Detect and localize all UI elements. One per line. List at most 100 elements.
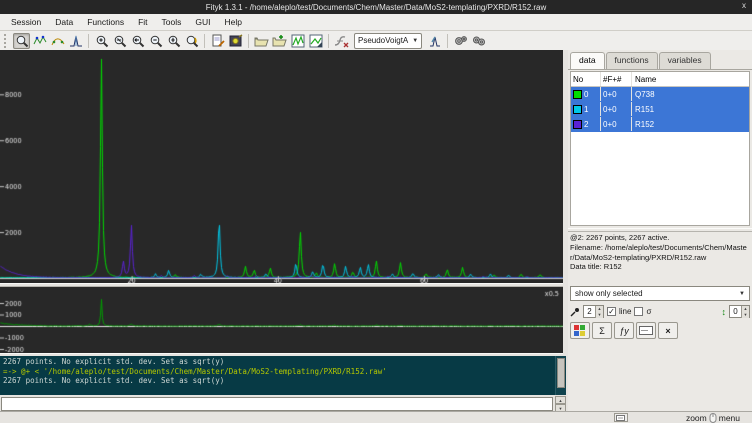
fit-run-button[interactable] xyxy=(452,33,469,49)
zoom-all-button[interactable] xyxy=(93,33,110,49)
tab-variables[interactable]: variables xyxy=(659,52,711,69)
auto-add-peak-button[interactable] xyxy=(426,33,443,49)
mouse-hint-zoom: zoom xyxy=(686,413,707,423)
data-range-mode-button[interactable] xyxy=(31,33,48,49)
toolbar-separator xyxy=(328,34,329,48)
magnifier-expand-icon xyxy=(113,34,127,48)
show-filter-select[interactable]: show only selected ▼ xyxy=(570,286,750,301)
toolbar-grip[interactable] xyxy=(4,34,10,48)
baseline-mode-button[interactable] xyxy=(49,33,66,49)
dataset-name: R152 xyxy=(632,117,749,131)
menu-data[interactable]: Data xyxy=(48,15,80,29)
menu-fit[interactable]: Fit xyxy=(131,15,154,29)
script-page-icon xyxy=(211,34,225,48)
magnifier-icon xyxy=(15,34,29,48)
header-f[interactable]: #F+# xyxy=(601,72,632,86)
side-panel-splitter[interactable] xyxy=(568,228,752,232)
data-editor-button[interactable] xyxy=(570,322,590,339)
load-data-button[interactable] xyxy=(253,33,270,49)
transform-dialog-button[interactable] xyxy=(636,322,656,339)
open-folder-icon xyxy=(254,34,269,48)
define-function-button[interactable] xyxy=(333,33,350,49)
delete-dataset-button[interactable]: × xyxy=(658,322,678,339)
plot-frame-icon xyxy=(291,34,305,48)
toolbar-separator xyxy=(248,34,249,48)
console-output[interactable]: 2267 points. No explicit std. dev. Set a… xyxy=(0,356,566,395)
zoom-mode-button[interactable] xyxy=(13,33,30,49)
add-peak-mode-button[interactable] xyxy=(67,33,84,49)
menu-session[interactable]: Session xyxy=(4,15,48,29)
table-row[interactable]: 0 0+0 Q738 xyxy=(571,87,749,102)
close-icon: × xyxy=(665,326,670,336)
menu-help[interactable]: Help xyxy=(218,15,249,29)
peak-icon xyxy=(69,34,83,48)
dataset-name: Q738 xyxy=(632,87,749,101)
configure-main-plot-button[interactable] xyxy=(289,33,306,49)
chevron-down-icon: ▼ xyxy=(739,291,745,297)
shift-value: 0 xyxy=(730,307,741,316)
console-scrollbar-thumb[interactable] xyxy=(557,358,565,388)
shift-spinner[interactable]: 0 ▲▼ xyxy=(729,305,750,318)
table-header-row: No #F+# Name xyxy=(571,72,749,87)
sigma-checkbox-label: σ xyxy=(646,307,651,316)
shift-icon: ↕ xyxy=(722,307,727,317)
dialog-box-icon xyxy=(639,326,653,335)
show-filter-value: show only selected xyxy=(575,289,643,298)
header-name[interactable]: Name xyxy=(632,72,749,86)
point-size-spinner[interactable]: 2 ▲▼ xyxy=(583,305,604,318)
line-checkbox-label: line xyxy=(619,307,631,316)
statusbar-fields-icon xyxy=(616,415,625,421)
spin-down-icon[interactable]: ▼ xyxy=(741,312,749,318)
table-row[interactable]: 1 0+0 R151 xyxy=(571,102,749,117)
tab-data[interactable]: data xyxy=(570,52,605,69)
menu-gui[interactable]: GUI xyxy=(188,15,217,29)
sigma-checkbox[interactable] xyxy=(634,307,643,316)
plot-style-controls: 2 ▲▼ ✓ line σ ↕ 0 ▲▼ xyxy=(570,304,750,319)
table-row[interactable]: 2 0+0 R152 xyxy=(571,117,749,132)
tab-functions[interactable]: functions xyxy=(606,52,658,69)
dataset-f-count: 0+0 xyxy=(601,117,632,131)
fast-transform-button[interactable]: ƒy xyxy=(614,322,634,339)
zoom-vertical-button[interactable] xyxy=(165,33,182,49)
fit-continue-button[interactable] xyxy=(470,33,487,49)
fit-gears-run-icon xyxy=(471,34,486,48)
dataset-f-count: 0+0 xyxy=(601,102,632,116)
sigma-icon: Σ xyxy=(599,326,605,336)
configure-aux-plot-button[interactable] xyxy=(307,33,324,49)
command-input[interactable] xyxy=(1,397,553,411)
statusbar-config-button[interactable] xyxy=(614,413,628,422)
dataset-name: R151 xyxy=(632,102,749,116)
dataset-color-swatch[interactable] xyxy=(573,120,582,129)
aux-plot-canvas[interactable] xyxy=(0,287,563,353)
title-bar[interactable]: Fityk 1.3.1 - /home/aleplo/test/Document… xyxy=(0,0,752,14)
menu-functions[interactable]: Functions xyxy=(80,15,131,29)
script-editor-button[interactable] xyxy=(209,33,226,49)
chevron-down-icon: ▼ xyxy=(412,38,418,44)
data-curve-icon xyxy=(33,34,47,48)
sum-button[interactable]: Σ xyxy=(592,322,612,339)
header-no[interactable]: No xyxy=(571,72,601,86)
zoom-left-button[interactable] xyxy=(129,33,146,49)
spin-down-icon[interactable]: ▼ xyxy=(595,312,603,318)
dataset-no: 2 xyxy=(584,120,588,129)
dataset-f-count: 0+0 xyxy=(601,87,632,101)
dataset-color-swatch[interactable] xyxy=(573,105,582,114)
zoom-in-button[interactable] xyxy=(111,33,128,49)
dataset-color-swatch[interactable] xyxy=(573,90,582,99)
function-type-select[interactable]: PseudoVoigtA ▼ xyxy=(354,33,422,49)
zoom-previous-button[interactable] xyxy=(183,33,200,49)
load-data-custom-button[interactable] xyxy=(271,33,288,49)
settings-button[interactable] xyxy=(227,33,244,49)
line-checkbox[interactable]: ✓ xyxy=(607,307,616,316)
toolbar: PseudoVoigtA ▼ xyxy=(0,31,752,50)
scroll-up-button[interactable]: ▲ xyxy=(555,396,566,404)
mouse-icon xyxy=(709,413,717,423)
main-plot-canvas[interactable] xyxy=(0,50,563,283)
close-button[interactable]: x xyxy=(742,1,746,10)
menu-tools[interactable]: Tools xyxy=(155,15,189,29)
function-type-value: PseudoVoigtA xyxy=(358,36,408,45)
magnifier-vertical-icon xyxy=(167,34,181,48)
zoom-out-button[interactable] xyxy=(147,33,164,49)
console-scrollbar[interactable] xyxy=(555,356,566,395)
side-panel-tabs: data functions variables xyxy=(568,50,752,70)
